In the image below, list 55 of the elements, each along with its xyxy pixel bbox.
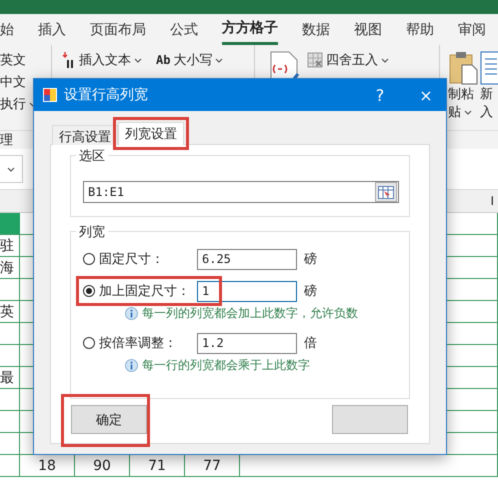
case-icon: Ab <box>156 53 170 67</box>
unit-label: 磅 <box>304 283 317 300</box>
ribbon-tab[interactable]: 帮助 <box>406 14 434 45</box>
group-title: 列宽 <box>76 223 108 241</box>
range-field[interactable]: B1:E1 <box>83 181 399 203</box>
table-cell <box>0 455 20 477</box>
tab[interactable]: 列宽设置 <box>118 122 184 145</box>
table-cell: 海 <box>0 257 20 279</box>
ribbon-tab[interactable]: 数据 <box>302 14 330 45</box>
ribbon-button[interactable]: 英文 <box>0 51 26 69</box>
input-field[interactable]: 1.2 <box>197 332 297 354</box>
ribbon-button[interactable]: Ab 大小写 <box>156 51 224 69</box>
info-icon <box>125 359 138 372</box>
unit-label: 磅 <box>304 251 317 268</box>
clipboard-icon <box>448 51 478 85</box>
unit-label: 倍 <box>304 335 317 352</box>
ribbon-tab[interactable]: 公式 <box>170 14 198 45</box>
ribbon-tab[interactable]: 审阅 <box>458 14 486 45</box>
info-icon <box>125 307 138 320</box>
ribbon-button[interactable]: 插入文本 <box>62 51 142 69</box>
table-cell: 英 <box>0 301 20 323</box>
name-box[interactable] <box>0 155 23 183</box>
ribbon-label: 制粘 <box>448 86 474 103</box>
group-label: 理 <box>0 133 13 148</box>
input-field[interactable]: 6.25 <box>197 248 297 270</box>
ribbon-tab[interactable]: 插入 <box>38 14 66 45</box>
insert-icon <box>62 52 76 68</box>
ribbon-tab[interactable]: 页面布局 <box>90 14 146 45</box>
group-title: 选区 <box>76 147 108 165</box>
ok-button[interactable]: 确定 <box>71 405 147 434</box>
dialog-button[interactable] <box>332 405 408 434</box>
caret-icon <box>464 110 472 114</box>
ribbon-button[interactable]: 贴 <box>448 103 472 121</box>
caret-icon <box>381 58 389 62</box>
ribbon-tab[interactable]: 视图 <box>354 14 382 45</box>
hint-text: 每一列的列宽都会加上此数字，允许负数 <box>142 305 358 322</box>
input-field[interactable]: 1 <box>197 280 297 302</box>
ribbon-label: 入 <box>480 104 493 121</box>
dialog-title: 设置行高列宽 <box>64 86 149 104</box>
app-icon <box>42 87 58 103</box>
ribbon-button[interactable]: 中文 <box>0 73 26 91</box>
table-icon <box>307 52 323 68</box>
help-button[interactable]: ? <box>360 79 400 111</box>
hint-text: 每一行的列宽都会乘于上此数字 <box>142 357 310 374</box>
ribbon-button[interactable]: 四舍五入 <box>307 51 389 69</box>
caret-icon <box>134 58 142 62</box>
caret-icon <box>215 58 224 62</box>
close-button[interactable]: × <box>406 79 446 111</box>
ribbon-label: 新 <box>480 86 493 103</box>
table-cell: 驻 <box>0 235 20 257</box>
tab[interactable]: 行高设置 <box>52 125 118 145</box>
range-picker-icon[interactable] <box>375 182 397 202</box>
ribbon-tab[interactable]: 始 <box>0 14 14 45</box>
dropdown-icon <box>7 166 15 172</box>
table-cell: 最 <box>0 367 20 389</box>
